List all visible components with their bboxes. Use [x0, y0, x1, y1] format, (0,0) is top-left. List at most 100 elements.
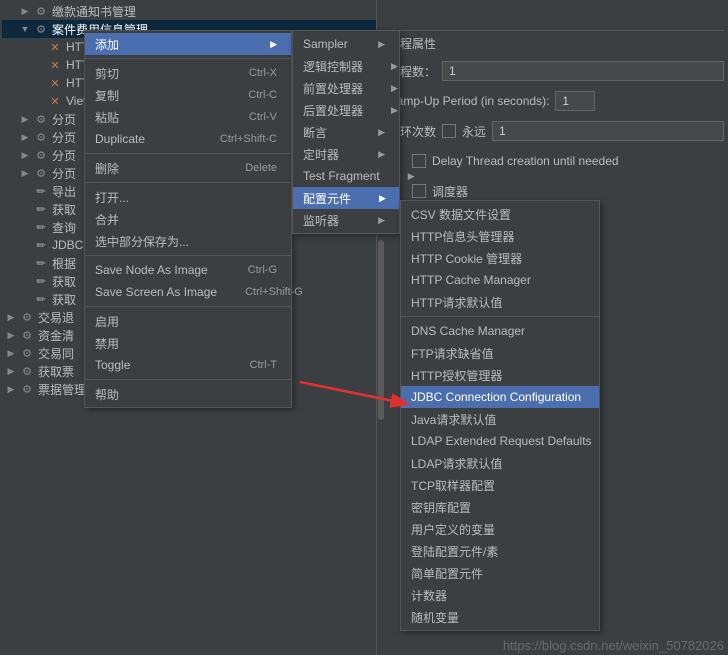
tree-twisty-icon[interactable]: ▼: [20, 24, 30, 34]
delay-checkbox[interactable]: [412, 154, 426, 168]
rampup-input[interactable]: [555, 91, 595, 111]
tree-twisty-icon[interactable]: ▶: [6, 330, 16, 341]
context-menu[interactable]: 添加 ▶ 剪切Ctrl-X复制Ctrl-C粘贴Ctrl-V Duplicate Ctrl…: [84, 30, 292, 408]
menu-item[interactable]: 粘贴Ctrl-V: [85, 106, 291, 128]
tree-twisty-icon[interactable]: ▶: [20, 168, 30, 179]
submenu-arrow-icon: ▶: [391, 105, 398, 116]
tools-icon: ✕: [47, 93, 63, 109]
tree-item-label: 导出: [52, 183, 76, 200]
menu-item[interactable]: HTTP授权管理器: [401, 364, 599, 386]
menu-item-label: FTP请求缺省值: [411, 345, 494, 362]
menu-item-label: 粘贴: [95, 109, 119, 126]
menu-item[interactable]: 断言▶: [293, 121, 399, 143]
menu-item[interactable]: 监听器▶: [293, 209, 399, 231]
menu-item[interactable]: 帮助: [85, 383, 291, 405]
add-submenu[interactable]: Sampler▶逻辑控制器▶前置处理器▶后置处理器▶断言▶定时器▶Test Fr…: [292, 30, 400, 234]
watermark-text: https://blog.csdn.net/weixin_50782026: [503, 638, 724, 653]
menu-item-label: Test Fragment: [303, 169, 380, 183]
menu-item[interactable]: LDAP Extended Request Defaults: [401, 430, 599, 452]
menu-item[interactable]: 登陆配置元件/素: [401, 540, 599, 562]
gear-icon: ⚙: [33, 3, 49, 19]
menu-item[interactable]: 逻辑控制器▶: [293, 55, 399, 77]
threads-input[interactable]: [442, 61, 724, 81]
menu-item[interactable]: 配置元件▶: [293, 187, 399, 209]
menu-item[interactable]: 随机变量: [401, 606, 599, 628]
gear-icon: ⚙: [19, 327, 35, 343]
menu-item[interactable]: FTP请求缺省值: [401, 342, 599, 364]
menu-item[interactable]: Duplicate Ctrl+Shift-C: [85, 128, 291, 150]
scheduler-checkbox[interactable]: [412, 184, 426, 198]
delay-label: Delay Thread creation until needed: [432, 154, 619, 168]
menu-item[interactable]: DNS Cache Manager: [401, 320, 599, 342]
menu-item[interactable]: Save Screen As ImageCtrl+Shift-G: [85, 281, 291, 303]
tree-twisty-icon[interactable]: ▶: [6, 312, 16, 323]
loop-input[interactable]: [492, 121, 724, 141]
menu-item-label: 配置元件: [303, 190, 351, 207]
menu-separator: [85, 306, 291, 307]
tree-twisty-icon[interactable]: ▶: [6, 348, 16, 359]
menu-item[interactable]: 启用: [85, 310, 291, 332]
tree-twisty-icon[interactable]: ▶: [6, 366, 16, 377]
forever-label: 永远: [462, 123, 486, 140]
tree-item-label: 资金清: [38, 327, 74, 344]
pencil-icon: ✎: [30, 288, 53, 311]
menu-item[interactable]: LDAP请求默认值: [401, 452, 599, 474]
tree-twisty-icon[interactable]: ▶: [20, 6, 30, 17]
forever-checkbox[interactable]: [442, 124, 456, 138]
menu-item-label: 删除: [95, 160, 119, 177]
gear-icon: ⚙: [33, 147, 49, 163]
menu-item[interactable]: Test Fragment▶: [293, 165, 399, 187]
menu-item[interactable]: 禁用: [85, 332, 291, 354]
submenu-arrow-icon: ▶: [270, 39, 277, 50]
menu-item[interactable]: 删除Delete: [85, 157, 291, 179]
menu-separator: [85, 182, 291, 183]
menu-item[interactable]: Java请求默认值: [401, 408, 599, 430]
menu-item[interactable]: HTTP信息头管理器: [401, 225, 599, 247]
menu-item[interactable]: HTTP Cache Manager: [401, 269, 599, 291]
tree-item-label: 分页: [52, 165, 76, 182]
menu-item[interactable]: 添加 ▶: [85, 33, 291, 55]
config-element-submenu[interactable]: CSV 数据文件设置HTTP信息头管理器HTTP Cookie 管理器 HTTP …: [400, 200, 600, 631]
menu-item[interactable]: Save Node As ImageCtrl-G: [85, 259, 291, 281]
menu-item[interactable]: JDBC Connection Configuration: [401, 386, 599, 408]
menu-item[interactable]: 选中部分保存为...: [85, 230, 291, 252]
scrollbar-thumb[interactable]: [378, 240, 384, 420]
menu-separator: [401, 316, 599, 317]
menu-item[interactable]: HTTP请求默认值: [401, 291, 599, 313]
menu-item[interactable]: 复制Ctrl-C: [85, 84, 291, 106]
menu-item-label: 添加: [95, 36, 119, 53]
menu-item[interactable]: 密钥库配置: [401, 496, 599, 518]
menu-item[interactable]: ToggleCtrl-T: [85, 354, 291, 376]
tree-twisty-icon[interactable]: ▶: [6, 384, 16, 395]
menu-item-label: 登陆配置元件/素: [411, 543, 498, 560]
tools-icon: ✕: [47, 57, 63, 73]
menu-item[interactable]: CSV 数据文件设置: [401, 203, 599, 225]
menu-item[interactable]: 合并: [85, 208, 291, 230]
menu-item-label: Sampler: [303, 37, 348, 51]
menu-item[interactable]: 打开...: [85, 186, 291, 208]
tree-twisty-icon[interactable]: ▶: [20, 150, 30, 161]
menu-item-label: 定时器: [303, 146, 339, 163]
menu-item-label: HTTP Cache Manager: [411, 273, 531, 287]
menu-item[interactable]: 定时器▶: [293, 143, 399, 165]
menu-item-label: Duplicate: [95, 132, 145, 146]
tree-twisty-icon[interactable]: ▶: [20, 132, 30, 143]
menu-item[interactable]: 前置处理器▶: [293, 77, 399, 99]
menu-item[interactable]: 计数器: [401, 584, 599, 606]
menu-item-label: 禁用: [95, 335, 119, 352]
menu-item[interactable]: 后置处理器 ▶: [293, 99, 399, 121]
menu-shortcut: Ctrl+Shift-C: [220, 133, 277, 145]
submenu-arrow-icon: ▶: [408, 171, 415, 182]
tree-twisty-icon[interactable]: ▶: [20, 114, 30, 125]
menu-item[interactable]: Sampler▶: [293, 33, 399, 55]
menu-item-label: 后置处理器: [303, 102, 363, 119]
menu-item[interactable]: TCP取样器配置: [401, 474, 599, 496]
menu-item[interactable]: HTTP Cookie 管理器: [401, 247, 599, 269]
menu-item[interactable]: 剪切Ctrl-X: [85, 62, 291, 84]
tree-row[interactable]: ▶⚙缴款通知书管理: [2, 2, 379, 20]
menu-shortcut: Ctrl-T: [250, 359, 278, 371]
menu-item[interactable]: 简单配置元件: [401, 562, 599, 584]
submenu-arrow-icon: ▶: [378, 127, 385, 138]
menu-item-label: 随机变量: [411, 609, 459, 626]
menu-item[interactable]: 用户定义的变量: [401, 518, 599, 540]
